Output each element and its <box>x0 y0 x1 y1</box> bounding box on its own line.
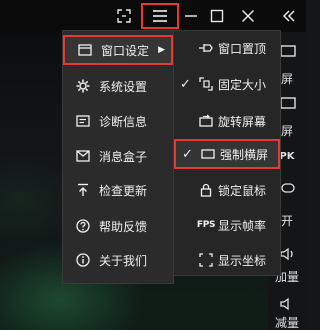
menu-item-message-box[interactable]: 消息盒子 <box>63 141 173 171</box>
fps-icon: FPS <box>196 220 216 230</box>
side-label-volume-down[interactable]: 减量 <box>268 316 306 330</box>
close-icon <box>241 9 255 23</box>
minimize-icon <box>185 15 197 17</box>
window-settings-submenu: 窗口置顶 ✓ 固定大小 旋转屏幕 ✓ 强制横屏 锁定鼠标 FPS 显示帧率 显示… <box>173 30 281 276</box>
submenu-item-always-on-top[interactable]: 窗口置顶 <box>174 33 280 63</box>
menu-item-label: 系统设置 <box>99 79 148 94</box>
submenu-item-lock-mouse[interactable]: 锁定鼠标 <box>174 175 280 205</box>
menu-button[interactable] <box>141 3 179 29</box>
submenu-item-rotate-screen[interactable]: 旋转屏幕 <box>174 106 280 136</box>
menu-item-check-update[interactable]: 检查更新 <box>63 175 173 205</box>
submenu-item-label: 强制横屏 <box>220 147 269 162</box>
screen-icon[interactable] <box>278 96 298 112</box>
maximize-icon <box>210 9 224 23</box>
menu-item-label: 消息盒子 <box>99 149 148 164</box>
submenu-item-show-coordinates[interactable]: 显示坐标 <box>174 245 280 275</box>
pin-icon <box>198 40 214 56</box>
menu-item-label: 检查更新 <box>99 183 148 198</box>
submenu-item-label: 旋转屏幕 <box>218 114 267 129</box>
submenu-item-label: 显示帧率 <box>218 218 267 233</box>
crop-corners-icon <box>117 9 131 23</box>
window-icon <box>77 42 93 58</box>
minimize-button[interactable] <box>178 3 204 29</box>
menu-item-label: 关于我们 <box>99 253 148 268</box>
toggle-icon[interactable] <box>278 180 298 196</box>
menu-item-label: 帮助反馈 <box>99 219 148 234</box>
gear-icon <box>75 78 91 94</box>
submenu-item-label: 固定大小 <box>218 77 267 92</box>
document-icon <box>75 113 91 129</box>
menu-item-label: 诊断信息 <box>99 114 148 129</box>
menu-item-system-settings[interactable]: 系统设置 <box>63 71 173 101</box>
help-icon <box>75 218 91 234</box>
submenu-item-label: 窗口置顶 <box>218 41 267 56</box>
info-icon <box>75 252 91 268</box>
check-mark-icon: ✓ <box>182 146 193 162</box>
main-menu: 窗口设定 ▶ 系统设置 诊断信息 消息盒子 检查更新 帮助反馈 关于我们 <box>62 30 174 284</box>
submenu-item-label: 显示坐标 <box>218 253 267 268</box>
submenu-item-fixed-size[interactable]: ✓ 固定大小 <box>174 69 280 99</box>
coordinates-icon <box>198 252 214 268</box>
back-button[interactable] <box>276 3 302 29</box>
hamburger-menu-icon <box>153 10 167 22</box>
close-button[interactable] <box>235 3 261 29</box>
submenu-item-show-fps[interactable]: FPS 显示帧率 <box>174 210 280 240</box>
fullscreen-button[interactable] <box>111 3 137 29</box>
volume-down-icon[interactable] <box>278 296 298 312</box>
menu-item-help-feedback[interactable]: 帮助反馈 <box>63 211 173 241</box>
check-mark-icon: ✓ <box>180 76 191 92</box>
rotate-icon <box>198 113 214 129</box>
submenu-item-force-landscape[interactable]: ✓ 强制横屏 <box>174 139 280 169</box>
menu-item-label: 窗口设定 <box>101 43 150 58</box>
screen-icon[interactable] <box>278 44 298 60</box>
chevron-right-icon: ▶ <box>158 45 165 55</box>
menu-item-about-us[interactable]: 关于我们 <box>63 245 173 275</box>
mail-icon <box>75 148 91 164</box>
landscape-icon <box>200 146 216 162</box>
fixed-size-icon <box>198 76 214 92</box>
lock-icon <box>198 182 214 198</box>
title-bar <box>0 0 306 32</box>
menu-item-diagnostics[interactable]: 诊断信息 <box>63 106 173 136</box>
submenu-item-label: 锁定鼠标 <box>218 183 267 198</box>
menu-item-window-settings[interactable]: 窗口设定 ▶ <box>63 35 173 65</box>
maximize-button[interactable] <box>204 3 230 29</box>
double-chevron-left-icon <box>282 10 295 22</box>
upload-arrow-icon <box>75 182 91 198</box>
volume-up-icon[interactable] <box>278 246 298 262</box>
